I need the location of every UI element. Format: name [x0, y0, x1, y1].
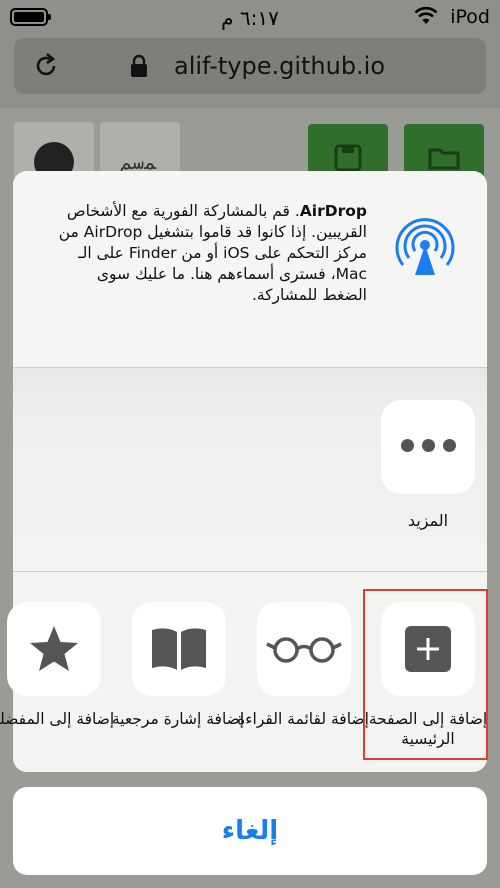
more-label: المزيد	[407, 511, 449, 530]
lock-icon	[131, 54, 147, 77]
airdrop-title: AirDrop	[299, 202, 367, 220]
airdrop-icon[interactable]	[385, 205, 465, 285]
airdrop-section: AirDrop. قم بالمشاركة الفورية مع الأشخاص…	[13, 171, 487, 368]
airdrop-description: AirDrop. قم بالمشاركة الفورية مع الأشخاص…	[51, 201, 367, 306]
add-bookmark-button[interactable]	[132, 602, 226, 696]
address-bar[interactable]: alif-type.github.io	[14, 38, 486, 94]
book-icon	[152, 628, 206, 670]
wifi-icon	[414, 6, 438, 24]
ellipsis-icon	[381, 437, 475, 456]
add-to-favorites-label: إضافة إلى المفضلة	[0, 710, 115, 728]
highlight-box	[363, 589, 488, 760]
add-to-reading-list-button[interactable]	[257, 602, 351, 696]
add-bookmark-label: إضافة إشارة مرجعية	[111, 710, 245, 728]
carrier-label: iPod	[450, 6, 490, 28]
url-text: alif-type.github.io	[174, 52, 386, 80]
add-to-reading-list-label: إضافة لقائمة القراءة	[237, 710, 369, 728]
add-to-favorites-button[interactable]	[7, 602, 101, 696]
glasses-icon	[266, 637, 342, 663]
more-button[interactable]	[381, 400, 475, 494]
reload-icon[interactable]	[32, 52, 60, 80]
star-icon	[30, 626, 78, 671]
status-bar: ٦:١٧ م iPod	[0, 0, 500, 34]
cancel-button[interactable]: إلغاء	[13, 787, 487, 875]
